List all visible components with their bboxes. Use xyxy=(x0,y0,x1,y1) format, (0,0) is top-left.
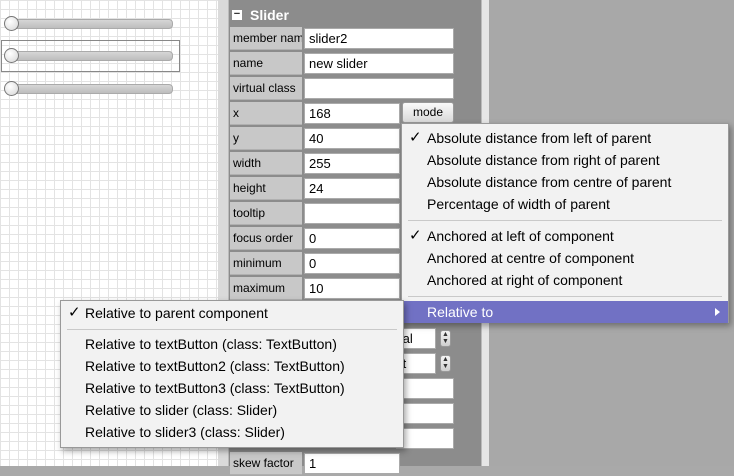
minimum-field[interactable]: 0 xyxy=(304,253,400,274)
property-label: focus order xyxy=(230,227,302,250)
focus-order-field[interactable]: 0 xyxy=(304,228,400,249)
property-row-virtual-class: virtual class xyxy=(230,77,454,101)
property-label: height xyxy=(230,177,302,200)
slider-thumb[interactable] xyxy=(4,81,19,96)
menu-separator xyxy=(408,296,722,297)
slider-thumb[interactable] xyxy=(4,48,19,63)
menu-item-percentage[interactable]: Percentage of width of parent xyxy=(402,193,728,215)
checkmark-icon: ✓ xyxy=(409,129,422,146)
menu-item-label: Absolute distance from centre of parent xyxy=(427,174,672,190)
mode-menu: ✓ Absolute distance from left of parent … xyxy=(401,123,729,323)
menu-item-relative-textbutton3[interactable]: Relative to textButton3 (class: TextButt… xyxy=(61,377,403,399)
name-field[interactable]: new slider xyxy=(304,53,454,74)
property-label: width xyxy=(230,152,302,175)
property-label: maximum xyxy=(230,277,302,300)
slider-track[interactable] xyxy=(8,84,173,94)
menu-item-label: Percentage of width of parent xyxy=(427,196,610,212)
menu-item-relative-textbutton[interactable]: Relative to textButton (class: TextButto… xyxy=(61,333,403,355)
relative-to-submenu: ✓ Relative to parent component Relative … xyxy=(60,300,404,448)
menu-item-relative-slider3[interactable]: Relative to slider3 (class: Slider) xyxy=(61,421,403,443)
property-row-name: name new slider xyxy=(230,52,454,76)
menu-item-label: Relative to textButton3 (class: TextButt… xyxy=(85,380,345,396)
x-field[interactable]: 168 xyxy=(304,103,400,124)
menu-item-label: Anchored at right of component xyxy=(427,272,623,288)
menu-item-abs-left[interactable]: ✓ Absolute distance from left of parent xyxy=(402,127,728,149)
property-label: x xyxy=(230,102,302,125)
menu-item-label: Relative to slider (class: Slider) xyxy=(85,402,278,418)
property-row-member-name: member name slider2 xyxy=(230,27,454,51)
mode-button[interactable]: mode xyxy=(402,102,454,123)
menu-item-label: Anchored at centre of component xyxy=(427,250,635,266)
menu-item-relative-parent[interactable]: ✓ Relative to parent component xyxy=(61,302,403,324)
property-label: member name xyxy=(230,27,302,50)
menu-separator xyxy=(408,220,722,221)
menu-item-abs-right[interactable]: Absolute distance from right of parent xyxy=(402,149,728,171)
submenu-arrow-icon xyxy=(715,308,720,316)
width-field[interactable]: 255 xyxy=(304,153,400,174)
menu-item-label: Absolute distance from right of parent xyxy=(427,152,660,168)
menu-item-label: Relative to parent component xyxy=(85,305,268,321)
property-field[interactable] xyxy=(396,378,454,399)
property-label: virtual class xyxy=(230,77,302,100)
property-label: skew factor xyxy=(230,452,302,475)
slider-thumb[interactable] xyxy=(4,16,19,31)
text-pos-stepper[interactable]: ▲ ▼ xyxy=(440,355,451,372)
menu-item-relative-slider[interactable]: Relative to slider (class: Slider) xyxy=(61,399,403,421)
menu-item-abs-centre[interactable]: Absolute distance from centre of parent xyxy=(402,171,728,193)
menu-item-relative-to[interactable]: Relative to xyxy=(402,301,728,323)
checkmark-icon: ✓ xyxy=(409,227,422,244)
menu-item-anchor-centre[interactable]: Anchored at centre of component xyxy=(402,247,728,269)
slider-track[interactable] xyxy=(8,51,173,61)
skew-factor-field[interactable]: 1 xyxy=(304,453,400,474)
virtual-class-field[interactable] xyxy=(304,78,454,99)
menu-item-label: Absolute distance from left of parent xyxy=(427,130,652,146)
property-label: tooltip xyxy=(230,202,302,225)
menu-item-anchor-left[interactable]: ✓ Anchored at left of component xyxy=(402,225,728,247)
section-header[interactable]: − Slider xyxy=(232,4,289,26)
menu-item-label: Anchored at left of component xyxy=(427,228,614,244)
property-row-skew-factor: skew factor 1 xyxy=(230,452,454,476)
menu-item-label: Relative to xyxy=(427,304,494,320)
height-field[interactable]: 24 xyxy=(304,178,400,199)
collapse-icon[interactable]: − xyxy=(232,9,242,20)
member-name-field[interactable]: slider2 xyxy=(304,28,454,49)
y-field[interactable]: 40 xyxy=(304,128,400,149)
property-label: y xyxy=(230,127,302,150)
menu-item-label: Relative to slider3 (class: Slider) xyxy=(85,424,285,440)
checkmark-icon: ✓ xyxy=(68,304,81,321)
section-title: Slider xyxy=(250,7,289,23)
maximum-field[interactable]: 10 xyxy=(304,278,400,299)
property-label: name xyxy=(230,52,302,75)
menu-separator xyxy=(67,329,397,330)
slider-track[interactable] xyxy=(8,19,173,29)
menu-item-anchor-right[interactable]: Anchored at right of component xyxy=(402,269,728,291)
property-field[interactable] xyxy=(396,403,454,424)
menu-item-label: Relative to textButton2 (class: TextButt… xyxy=(85,358,345,374)
property-field[interactable] xyxy=(396,428,454,449)
property-label: minimum xyxy=(230,252,302,275)
tooltip-field[interactable] xyxy=(304,203,400,224)
style-stepper[interactable]: ▲ ▼ xyxy=(440,330,451,347)
menu-item-relative-textbutton2[interactable]: Relative to textButton2 (class: TextButt… xyxy=(61,355,403,377)
menu-item-label: Relative to textButton (class: TextButto… xyxy=(85,336,337,352)
